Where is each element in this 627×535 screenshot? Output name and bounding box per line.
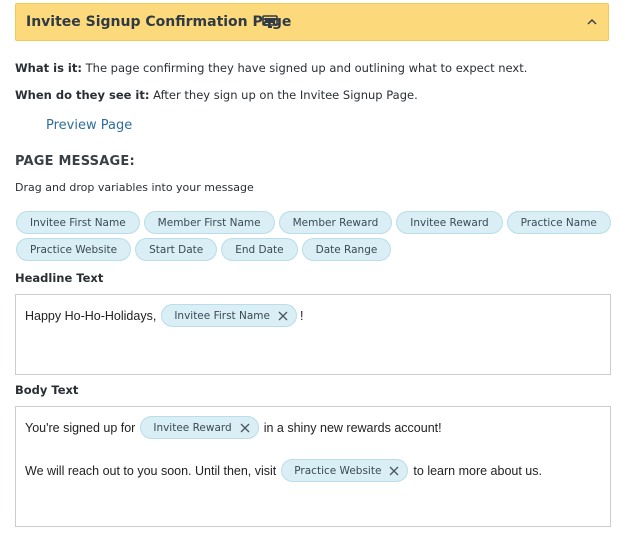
headline-text-label: Headline Text bbox=[15, 271, 104, 285]
preview-page-link[interactable]: Preview Page bbox=[46, 118, 132, 133]
chevron-up-icon[interactable] bbox=[586, 16, 598, 28]
remove-token-icon[interactable] bbox=[389, 466, 399, 476]
remove-token-icon[interactable] bbox=[240, 423, 250, 433]
variable-chip-end-date[interactable]: End Date bbox=[221, 238, 298, 261]
what-is-it-label: What is it: bbox=[15, 61, 82, 75]
variable-chip-date-range[interactable]: Date Range bbox=[301, 238, 392, 261]
section-header[interactable]: Invitee Signup Confirmation Page bbox=[15, 3, 609, 41]
token-label: Practice Website bbox=[294, 464, 382, 477]
token-label: Invitee Reward bbox=[153, 421, 232, 434]
variable-chip-member-first-name[interactable]: Member First Name bbox=[143, 211, 275, 234]
headline-text-after: ! bbox=[299, 308, 304, 323]
variable-chip-invitee-reward[interactable]: Invitee Reward bbox=[396, 211, 503, 234]
token-label: Invitee First Name bbox=[174, 309, 270, 322]
page-message-title: PAGE MESSAGE: bbox=[15, 154, 135, 169]
variable-chip-practice-name[interactable]: Practice Name bbox=[506, 211, 611, 234]
variable-chip-start-date[interactable]: Start Date bbox=[135, 238, 218, 261]
body-line1-after: in a shiny new rewards account! bbox=[263, 420, 442, 435]
headline-token-invitee-first-name[interactable]: Invitee First Name bbox=[161, 304, 297, 327]
headline-text-before: Happy Ho-Ho-Holidays, bbox=[25, 308, 157, 323]
monitor-icon bbox=[262, 15, 278, 28]
page-message-helper: Drag and drop variables into your messag… bbox=[15, 181, 254, 194]
when-seen-text: When do they see it: After they sign up … bbox=[15, 88, 418, 102]
variable-chip-invitee-first-name[interactable]: Invitee First Name bbox=[16, 211, 140, 234]
body-token-invitee-reward[interactable]: Invitee Reward bbox=[140, 416, 259, 439]
variable-chips-row-1: Invitee First Name Member First Name Mem… bbox=[16, 211, 611, 234]
when-seen-label: When do they see it: bbox=[15, 88, 150, 102]
body-text-label: Body Text bbox=[15, 383, 79, 397]
body-token-practice-website[interactable]: Practice Website bbox=[281, 459, 409, 482]
variable-chips-row-2: Practice Website Start Date End Date Dat… bbox=[16, 238, 392, 261]
headline-editor[interactable]: Happy Ho-Ho-Holidays, Invitee First Name… bbox=[15, 294, 611, 375]
body-line1-before: You're signed up for bbox=[25, 420, 136, 435]
what-is-it-text: What is it: The page confirming they hav… bbox=[15, 61, 527, 75]
variable-chip-member-reward[interactable]: Member Reward bbox=[278, 211, 393, 234]
body-line2-before: We will reach out to you soon. Until the… bbox=[25, 463, 277, 478]
section-title: Invitee Signup Confirmation Page bbox=[26, 14, 292, 30]
body-line2-after: to learn more about us. bbox=[413, 463, 542, 478]
what-is-it-value: The page confirming they have signed up … bbox=[81, 61, 528, 75]
body-editor[interactable]: You're signed up for Invitee Reward in a… bbox=[15, 406, 611, 527]
when-seen-value: After they sign up on the Invitee Signup… bbox=[149, 88, 418, 102]
remove-token-icon[interactable] bbox=[278, 311, 288, 321]
variable-chip-practice-website[interactable]: Practice Website bbox=[16, 238, 132, 261]
